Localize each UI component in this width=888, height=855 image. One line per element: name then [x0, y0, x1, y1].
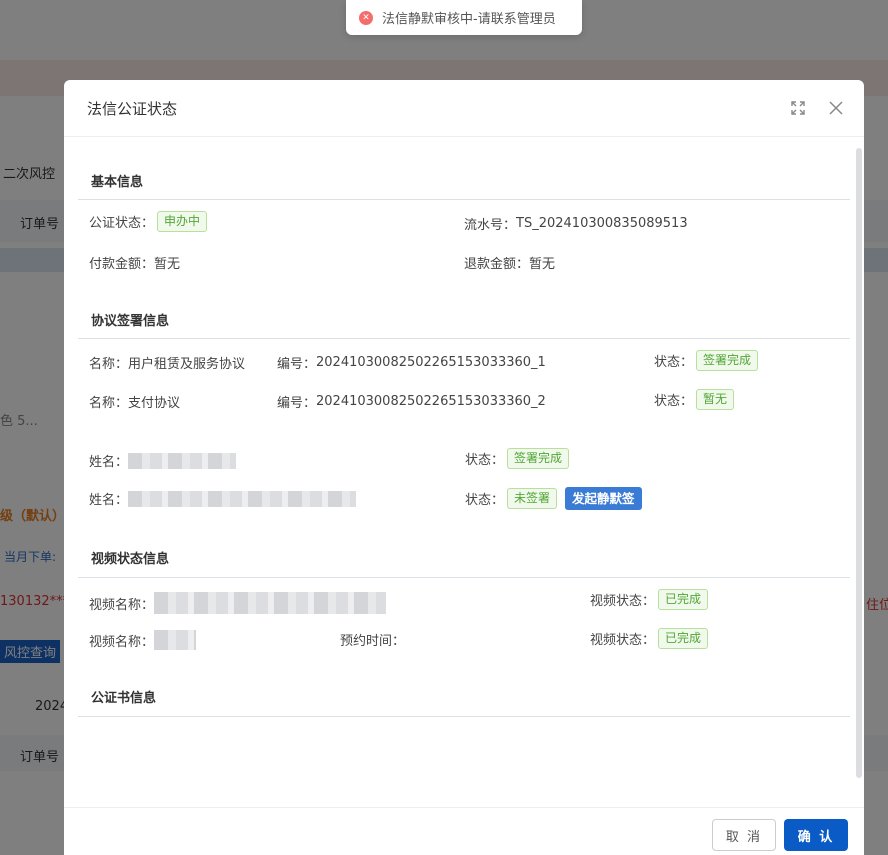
agreement-name-label: 名称： — [89, 357, 129, 372]
divider — [78, 577, 850, 578]
error-toast: ✕ 法信静默审核中-请联系管理员 — [346, 0, 582, 35]
status-badge: 暂无 — [696, 389, 735, 410]
redacted-name — [128, 490, 357, 507]
signer-row: 姓名： — [89, 489, 357, 508]
redacted-name — [128, 452, 237, 469]
signer-name-label: 姓名： — [89, 455, 129, 470]
section-agreement-title: 协议签署信息 — [91, 314, 170, 329]
status-badge: 已完成 — [658, 589, 709, 610]
notary-status-dialog: 法信公证状态 基本信息 公证状态： 申办中 流水号： TS_2024103008… — [64, 80, 864, 855]
agreement-name: 支付协议 — [128, 396, 181, 411]
confirm-button[interactable]: 确 认 — [784, 819, 848, 851]
serial-label: 流水号： — [464, 218, 517, 233]
toast-message: 法信静默审核中-请联系管理员 — [382, 12, 556, 27]
error-icon: ✕ — [359, 10, 373, 25]
signer-status-label: 状态： — [465, 493, 505, 508]
signer-row: 姓名： — [89, 451, 237, 470]
video-name-label: 视频名称： — [89, 597, 155, 613]
payment-value: 暂无 — [154, 257, 181, 272]
agreement-status-label: 状态： — [654, 355, 694, 370]
redacted-video-name — [154, 630, 197, 650]
signer-status-label: 状态： — [465, 453, 505, 468]
status-badge: 未签署 — [507, 488, 558, 509]
scrollbar[interactable] — [856, 148, 862, 778]
video-status-label: 视频状态： — [590, 594, 656, 609]
maximize-icon[interactable] — [788, 98, 808, 118]
divider — [78, 338, 850, 339]
dialog-title: 法信公证状态 — [87, 99, 178, 118]
notary-status-row: 公证状态： 申办中 — [89, 211, 208, 232]
agreement-code-row: 编号： 20241030082502265153033360_1 — [277, 353, 546, 372]
agreement-name-row: 名称： 支付协议 — [89, 392, 180, 411]
agreement-name-label: 名称： — [89, 396, 129, 411]
close-icon[interactable] — [826, 98, 846, 118]
section-video-title: 视频状态信息 — [91, 552, 170, 567]
dialog-footer: 取 消 确 认 — [64, 807, 864, 855]
silent-sign-button[interactable]: 发起静默签 — [565, 487, 642, 510]
agreement-code: 20241030082502265153033360_2 — [316, 394, 546, 409]
status-badge: 已完成 — [658, 628, 709, 649]
payment-label: 付款金额： — [89, 257, 155, 272]
status-badge: 申办中 — [157, 211, 208, 232]
notary-status-label: 公证状态： — [89, 216, 155, 231]
divider — [78, 716, 850, 717]
section-basic-title: 基本信息 — [91, 175, 144, 190]
serial-row: 流水号： TS_202410300835089513 — [464, 214, 688, 233]
agreement-status-row: 状态： 签署完成 — [654, 350, 759, 371]
agreement-code-label: 编号： — [277, 357, 317, 372]
signer-status-row: 状态： 未签署 发起静默签 — [465, 487, 642, 510]
video-name-row: 视频名称： — [89, 630, 197, 650]
status-badge: 签署完成 — [696, 350, 759, 371]
agreement-status-label: 状态： — [654, 394, 694, 409]
agreement-name: 用户租赁及服务协议 — [128, 357, 246, 372]
agreement-code-label: 编号： — [277, 396, 317, 411]
agreement-code-row: 编号： 20241030082502265153033360_2 — [277, 392, 546, 411]
video-time-row: 预约时间： — [340, 630, 405, 649]
dialog-header: 法信公证状态 — [64, 80, 864, 137]
agreement-code: 20241030082502265153033360_1 — [316, 355, 546, 370]
status-badge: 签署完成 — [507, 448, 570, 469]
redacted-video-name — [154, 592, 387, 614]
signer-status-row: 状态： 签署完成 — [465, 448, 570, 469]
video-name-row: 视频名称： — [89, 592, 387, 614]
payment-row: 付款金额： 暂无 — [89, 253, 180, 272]
section-certificate-title: 公证书信息 — [91, 691, 157, 706]
video-status-row: 视频状态： 已完成 — [590, 628, 709, 649]
video-time-label: 预约时间： — [340, 634, 406, 649]
signer-name-label: 姓名： — [89, 493, 129, 508]
refund-row: 退款金额： 暂无 — [464, 253, 555, 272]
cancel-button[interactable]: 取 消 — [712, 819, 776, 851]
serial-value: TS_202410300835089513 — [516, 216, 688, 231]
dialog-body[interactable]: 基本信息 公证状态： 申办中 流水号： TS_20241030083508951… — [64, 137, 864, 807]
agreement-name-row: 名称： 用户租赁及服务协议 — [89, 353, 245, 372]
video-status-label: 视频状态： — [590, 633, 656, 648]
video-name-label: 视频名称： — [89, 634, 155, 650]
refund-label: 退款金额： — [464, 257, 530, 272]
divider — [78, 199, 850, 200]
refund-value: 暂无 — [529, 257, 556, 272]
video-status-row: 视频状态： 已完成 — [590, 589, 709, 610]
agreement-status-row: 状态： 暂无 — [654, 389, 735, 410]
